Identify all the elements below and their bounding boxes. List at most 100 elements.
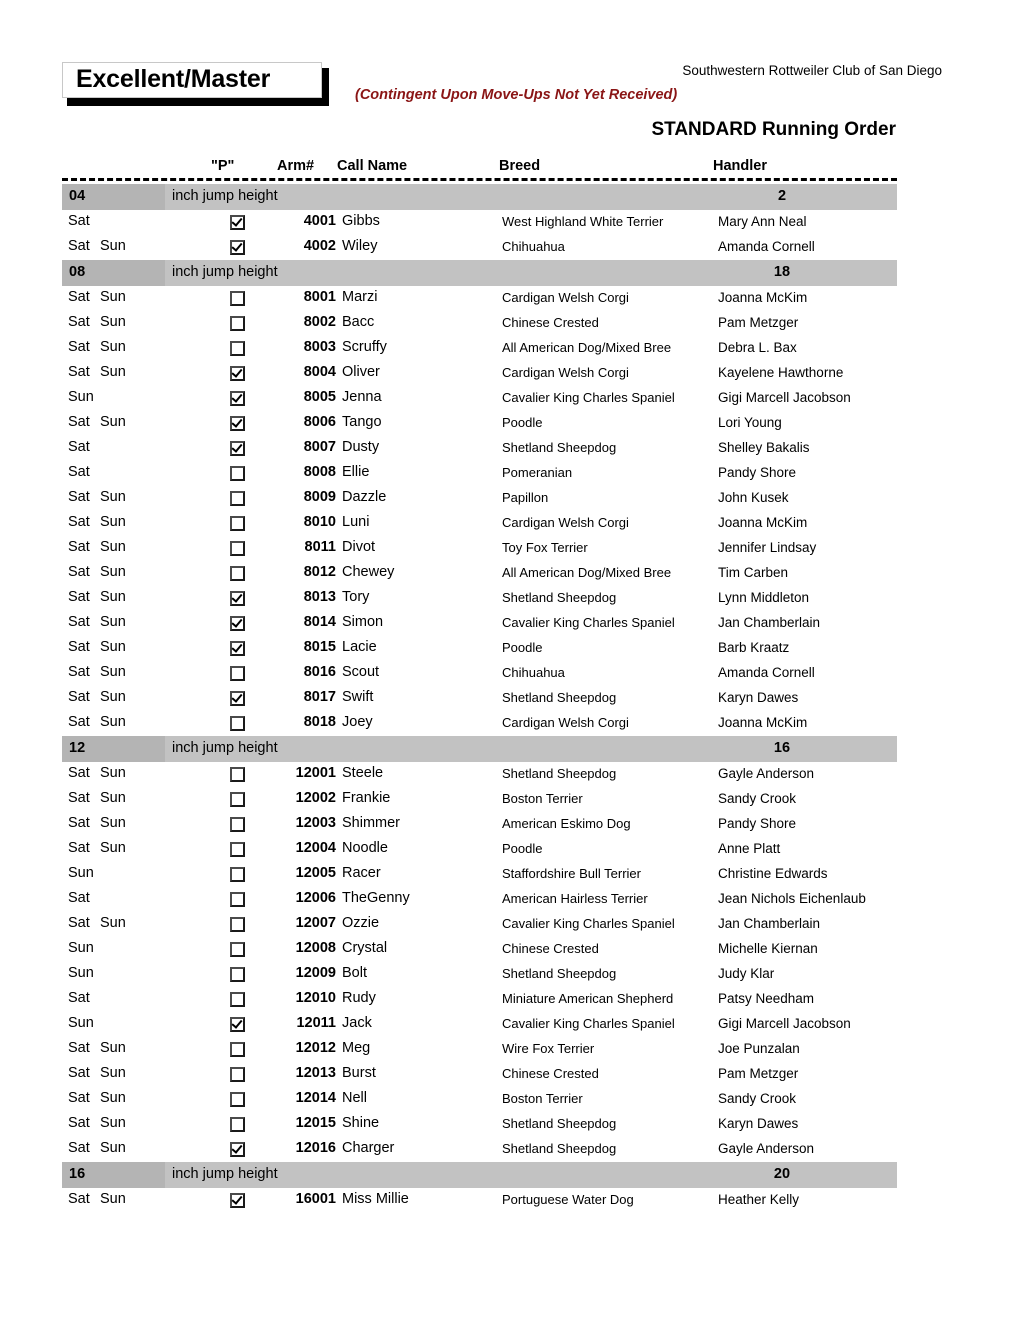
breed: Shetland Sheepdog — [502, 1141, 617, 1156]
handler: Pandy Shore — [718, 465, 797, 480]
entry-days: Sat Sun — [68, 364, 126, 380]
entry-days: Sun — [68, 865, 100, 881]
call-name: Bacc — [342, 314, 375, 330]
table-row: Sun 12011 Jack Cavalier King Charles Spanie… — [62, 1012, 897, 1037]
preferred-checkbox-checked[interactable] — [230, 1193, 245, 1208]
preferred-checkbox-unchecked[interactable] — [230, 842, 245, 857]
preferred-checkbox-unchecked[interactable] — [230, 466, 245, 481]
arm-number: 8011 — [304, 539, 336, 555]
table-row: Sat 12006 TheGenny American Hairless Terrie… — [62, 887, 897, 912]
day-sat: Sat — [68, 339, 90, 355]
preferred-checkbox-unchecked[interactable] — [230, 942, 245, 957]
handler: Joanna McKim — [718, 715, 808, 730]
breed: Miniature American Shepherd — [502, 991, 674, 1006]
preferred-checkbox-checked[interactable] — [230, 391, 245, 406]
preferred-checkbox-unchecked[interactable] — [230, 992, 245, 1007]
preferred-checkbox-unchecked[interactable] — [230, 291, 245, 306]
day-sat: Sat — [68, 1065, 90, 1081]
entry-days: Sat Sun — [68, 339, 126, 355]
call-name: Luni — [342, 514, 370, 530]
day-sun: Sun — [100, 489, 126, 505]
preferred-checkbox-unchecked[interactable] — [230, 1117, 245, 1132]
call-name: Chewey — [342, 564, 395, 580]
day-sat: Sat — [68, 689, 90, 705]
preferred-checkbox-unchecked[interactable] — [230, 892, 245, 907]
preferred-checkbox-checked[interactable] — [230, 591, 245, 606]
preferred-checkbox-unchecked[interactable] — [230, 541, 245, 556]
running-order-table: 04 inch jump height 2 Sat 4001 Gibbs West High… — [0, 184, 1020, 1213]
day-sun: Sun — [100, 314, 126, 330]
table-row: Sun 12008 Crystal Chinese Crested Michelle K… — [62, 937, 897, 962]
entry-days: Sat — [68, 439, 100, 455]
entry-days: Sat Sun — [68, 714, 126, 730]
handler: Judy Klar — [718, 966, 775, 981]
call-name: Oliver — [342, 364, 380, 380]
call-name: Divot — [342, 539, 376, 555]
handler: Amanda Cornell — [718, 665, 815, 680]
preferred-checkbox-unchecked[interactable] — [230, 792, 245, 807]
preferred-checkbox-unchecked[interactable] — [230, 967, 245, 982]
handler: Gigi Marcell Jacobson — [718, 1016, 851, 1031]
day-sun: Sun — [100, 1090, 126, 1106]
call-name: Rudy — [342, 990, 376, 1006]
preferred-checkbox-unchecked[interactable] — [230, 767, 245, 782]
preferred-checkbox-checked[interactable] — [230, 691, 245, 706]
arm-number: 12003 — [295, 815, 336, 831]
group-height: 08 — [69, 264, 86, 280]
preferred-checkbox-checked[interactable] — [230, 1142, 245, 1157]
preferred-checkbox-unchecked[interactable] — [230, 1067, 245, 1082]
preferred-checkbox-unchecked[interactable] — [230, 491, 245, 506]
day-sat: Sat — [68, 1140, 90, 1156]
preferred-checkbox-checked[interactable] — [230, 215, 245, 230]
preferred-checkbox-unchecked[interactable] — [230, 316, 245, 331]
preferred-checkbox-unchecked[interactable] — [230, 666, 245, 681]
handler: Jan Chamberlain — [718, 615, 821, 630]
day-sun: Sun — [100, 539, 126, 555]
preferred-checkbox-unchecked[interactable] — [230, 516, 245, 531]
table-row: Sat Sun 8017 Swift Shetland Sheepdog Karyn Da… — [62, 686, 897, 711]
preferred-checkbox-checked[interactable] — [230, 616, 245, 631]
call-name: Ozzie — [342, 915, 380, 931]
call-name: Burst — [342, 1065, 376, 1081]
day-sun: Sun — [100, 414, 126, 430]
preferred-checkbox-unchecked[interactable] — [230, 817, 245, 832]
day-sun: Sun — [100, 589, 126, 605]
preferred-checkbox-checked[interactable] — [230, 1017, 245, 1032]
column-header-p: "P" — [211, 158, 235, 174]
day-sat: Sat — [68, 414, 90, 430]
preferred-checkbox-unchecked[interactable] — [230, 867, 245, 882]
preferred-checkbox-checked[interactable] — [230, 441, 245, 456]
preferred-checkbox-unchecked[interactable] — [230, 341, 245, 356]
day-sat: Sun — [68, 865, 94, 881]
arm-number: 8018 — [303, 714, 336, 730]
day-sun: Sun — [100, 514, 126, 530]
day-sat: Sun — [68, 965, 94, 981]
breed: Shetland Sheepdog — [502, 966, 617, 981]
handler: Shelley Bakalis — [718, 440, 810, 455]
day-sat: Sat — [68, 1115, 90, 1131]
preferred-checkbox-checked[interactable] — [230, 641, 245, 656]
preferred-checkbox-unchecked[interactable] — [230, 716, 245, 731]
arm-number: 12010 — [295, 990, 336, 1006]
day-sat: Sun — [68, 1015, 94, 1031]
preferred-checkbox-checked[interactable] — [230, 416, 245, 431]
table-row: Sat Sun 8014 Simon Cavalier King Charles Spa… — [62, 611, 897, 636]
call-name: Nell — [342, 1090, 367, 1106]
preferred-checkbox-unchecked[interactable] — [230, 566, 245, 581]
call-name: Frankie — [342, 790, 391, 806]
day-sat: Sat — [68, 489, 90, 505]
call-name: Gibbs — [342, 213, 380, 229]
day-sun: Sun — [100, 1191, 126, 1207]
handler: Debra L. Bax — [718, 340, 797, 355]
entry-days: Sat Sun — [68, 589, 126, 605]
arm-number: 8015 — [303, 639, 336, 655]
preferred-checkbox-unchecked[interactable] — [230, 1042, 245, 1057]
preferred-checkbox-checked[interactable] — [230, 366, 245, 381]
column-header-arm: Arm# — [277, 158, 315, 174]
call-name: Steele — [342, 765, 384, 781]
preferred-checkbox-unchecked[interactable] — [230, 917, 245, 932]
preferred-checkbox-checked[interactable] — [230, 240, 245, 255]
preferred-checkbox-unchecked[interactable] — [230, 1092, 245, 1107]
table-row: Sat 8008 Ellie Pomeranian Pandy Shore — [62, 461, 897, 486]
group-count: 16 — [773, 740, 791, 756]
